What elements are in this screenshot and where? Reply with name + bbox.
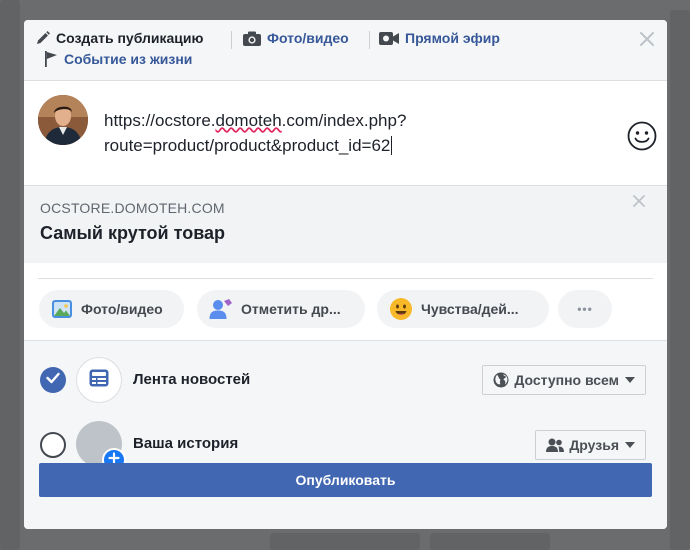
tab-separator: [369, 31, 370, 49]
tag-friends-label: Отметить др...: [241, 301, 341, 317]
tab-live-video-label: Прямой эфир: [405, 30, 500, 46]
friends-icon: [546, 438, 565, 452]
tab-life-event-label: Событие из жизни: [64, 51, 193, 67]
caret-down-icon: [625, 442, 635, 448]
caret-down-icon: [625, 377, 635, 383]
audience-label-story: Друзья: [569, 437, 619, 453]
destination-your-story[interactable]: Ваша история Друзья: [24, 419, 667, 472]
emoji-button[interactable]: [627, 121, 657, 156]
background-page-block: [430, 533, 550, 550]
share-destinations: Лента новостей Доступно всем Ваша истори…: [24, 340, 667, 529]
misspelled-word: domoteh: [215, 111, 282, 130]
post-text-line2: route=product/product&product_id=62: [104, 136, 391, 155]
post-text-input[interactable]: https://ocstore.domoteh.com/index.php? r…: [104, 108, 406, 158]
post-text-prefix: https://ocstore.: [104, 111, 216, 130]
tab-separator: [231, 31, 232, 49]
camera-icon: [243, 31, 261, 46]
background-page-block: [0, 0, 20, 550]
smiley-icon: [627, 121, 657, 155]
publish-button[interactable]: Опубликовать: [39, 463, 652, 497]
publish-label: Опубликовать: [295, 472, 396, 488]
tab-life-event[interactable]: Событие из жизни: [44, 51, 192, 67]
photo-icon: [51, 298, 73, 320]
pencil-icon: [36, 31, 50, 45]
tab-live-video[interactable]: Прямой эфир: [379, 30, 500, 46]
text-cursor: [391, 136, 393, 155]
tag-friends-button[interactable]: Отметить др...: [197, 290, 365, 328]
close-icon: [639, 32, 655, 51]
add-photo-video-label: Фото/видео: [81, 301, 163, 317]
remove-preview-button[interactable]: [633, 194, 645, 212]
composer-tabs: Создать публикацию Фото/видео Прямой эфи…: [24, 20, 667, 81]
divider: [38, 278, 653, 279]
feeling-activity-button[interactable]: Чувства/дей...: [377, 290, 549, 328]
feeling-activity-label: Чувства/дей...: [421, 301, 519, 317]
composer-area[interactable]: https://ocstore.domoteh.com/index.php? r…: [24, 81, 667, 185]
create-post-dialog: Создать публикацию Фото/видео Прямой эфи…: [24, 20, 667, 529]
tab-photo-video[interactable]: Фото/видео: [243, 30, 349, 46]
composer-actions: Фото/видео Отметить др... Чувства/дей...…: [24, 288, 667, 330]
background-page-block: [670, 10, 690, 550]
close-icon: [633, 194, 645, 211]
your-story-checkbox[interactable]: [40, 432, 66, 458]
audience-selector-news-feed[interactable]: Доступно всем: [482, 365, 646, 395]
more-options-button[interactable]: •••: [558, 290, 612, 328]
background-page-block: [270, 533, 420, 550]
post-text-suffix: .com/index.php?: [281, 111, 407, 130]
your-story-label: Ваша история: [133, 435, 239, 452]
user-avatar: [38, 95, 88, 145]
tag-friends-icon: [209, 298, 233, 320]
feeling-emoji-icon: [389, 297, 413, 321]
flag-icon: [44, 51, 58, 67]
more-dots-icon: •••: [577, 302, 593, 316]
audience-label-news-feed: Доступно всем: [514, 372, 619, 388]
link-preview[interactable]: OCSTORE.DOMOTEH.COM Самый крутой товар: [24, 185, 667, 263]
news-feed-icon: [89, 369, 109, 392]
news-feed-icon-wrap: [76, 357, 122, 403]
tab-photo-video-label: Фото/видео: [267, 30, 349, 46]
destination-news-feed[interactable]: Лента новостей Доступно всем: [24, 355, 667, 405]
news-feed-label: Лента новостей: [133, 371, 251, 388]
link-preview-title: Самый крутой товар: [40, 223, 226, 243]
tab-create-post-label: Создать публикацию: [56, 30, 204, 46]
audience-selector-story[interactable]: Друзья: [535, 430, 646, 460]
checkmark-icon: [46, 371, 60, 389]
video-camera-icon: [379, 31, 399, 46]
link-preview-domain: OCSTORE.DOMOTEH.COM: [40, 200, 225, 216]
globe-icon: [493, 372, 509, 388]
close-dialog-button[interactable]: [639, 31, 655, 52]
news-feed-checkbox[interactable]: [40, 367, 66, 393]
tab-create-post[interactable]: Создать публикацию: [36, 30, 203, 46]
add-photo-video-button[interactable]: Фото/видео: [39, 290, 184, 328]
